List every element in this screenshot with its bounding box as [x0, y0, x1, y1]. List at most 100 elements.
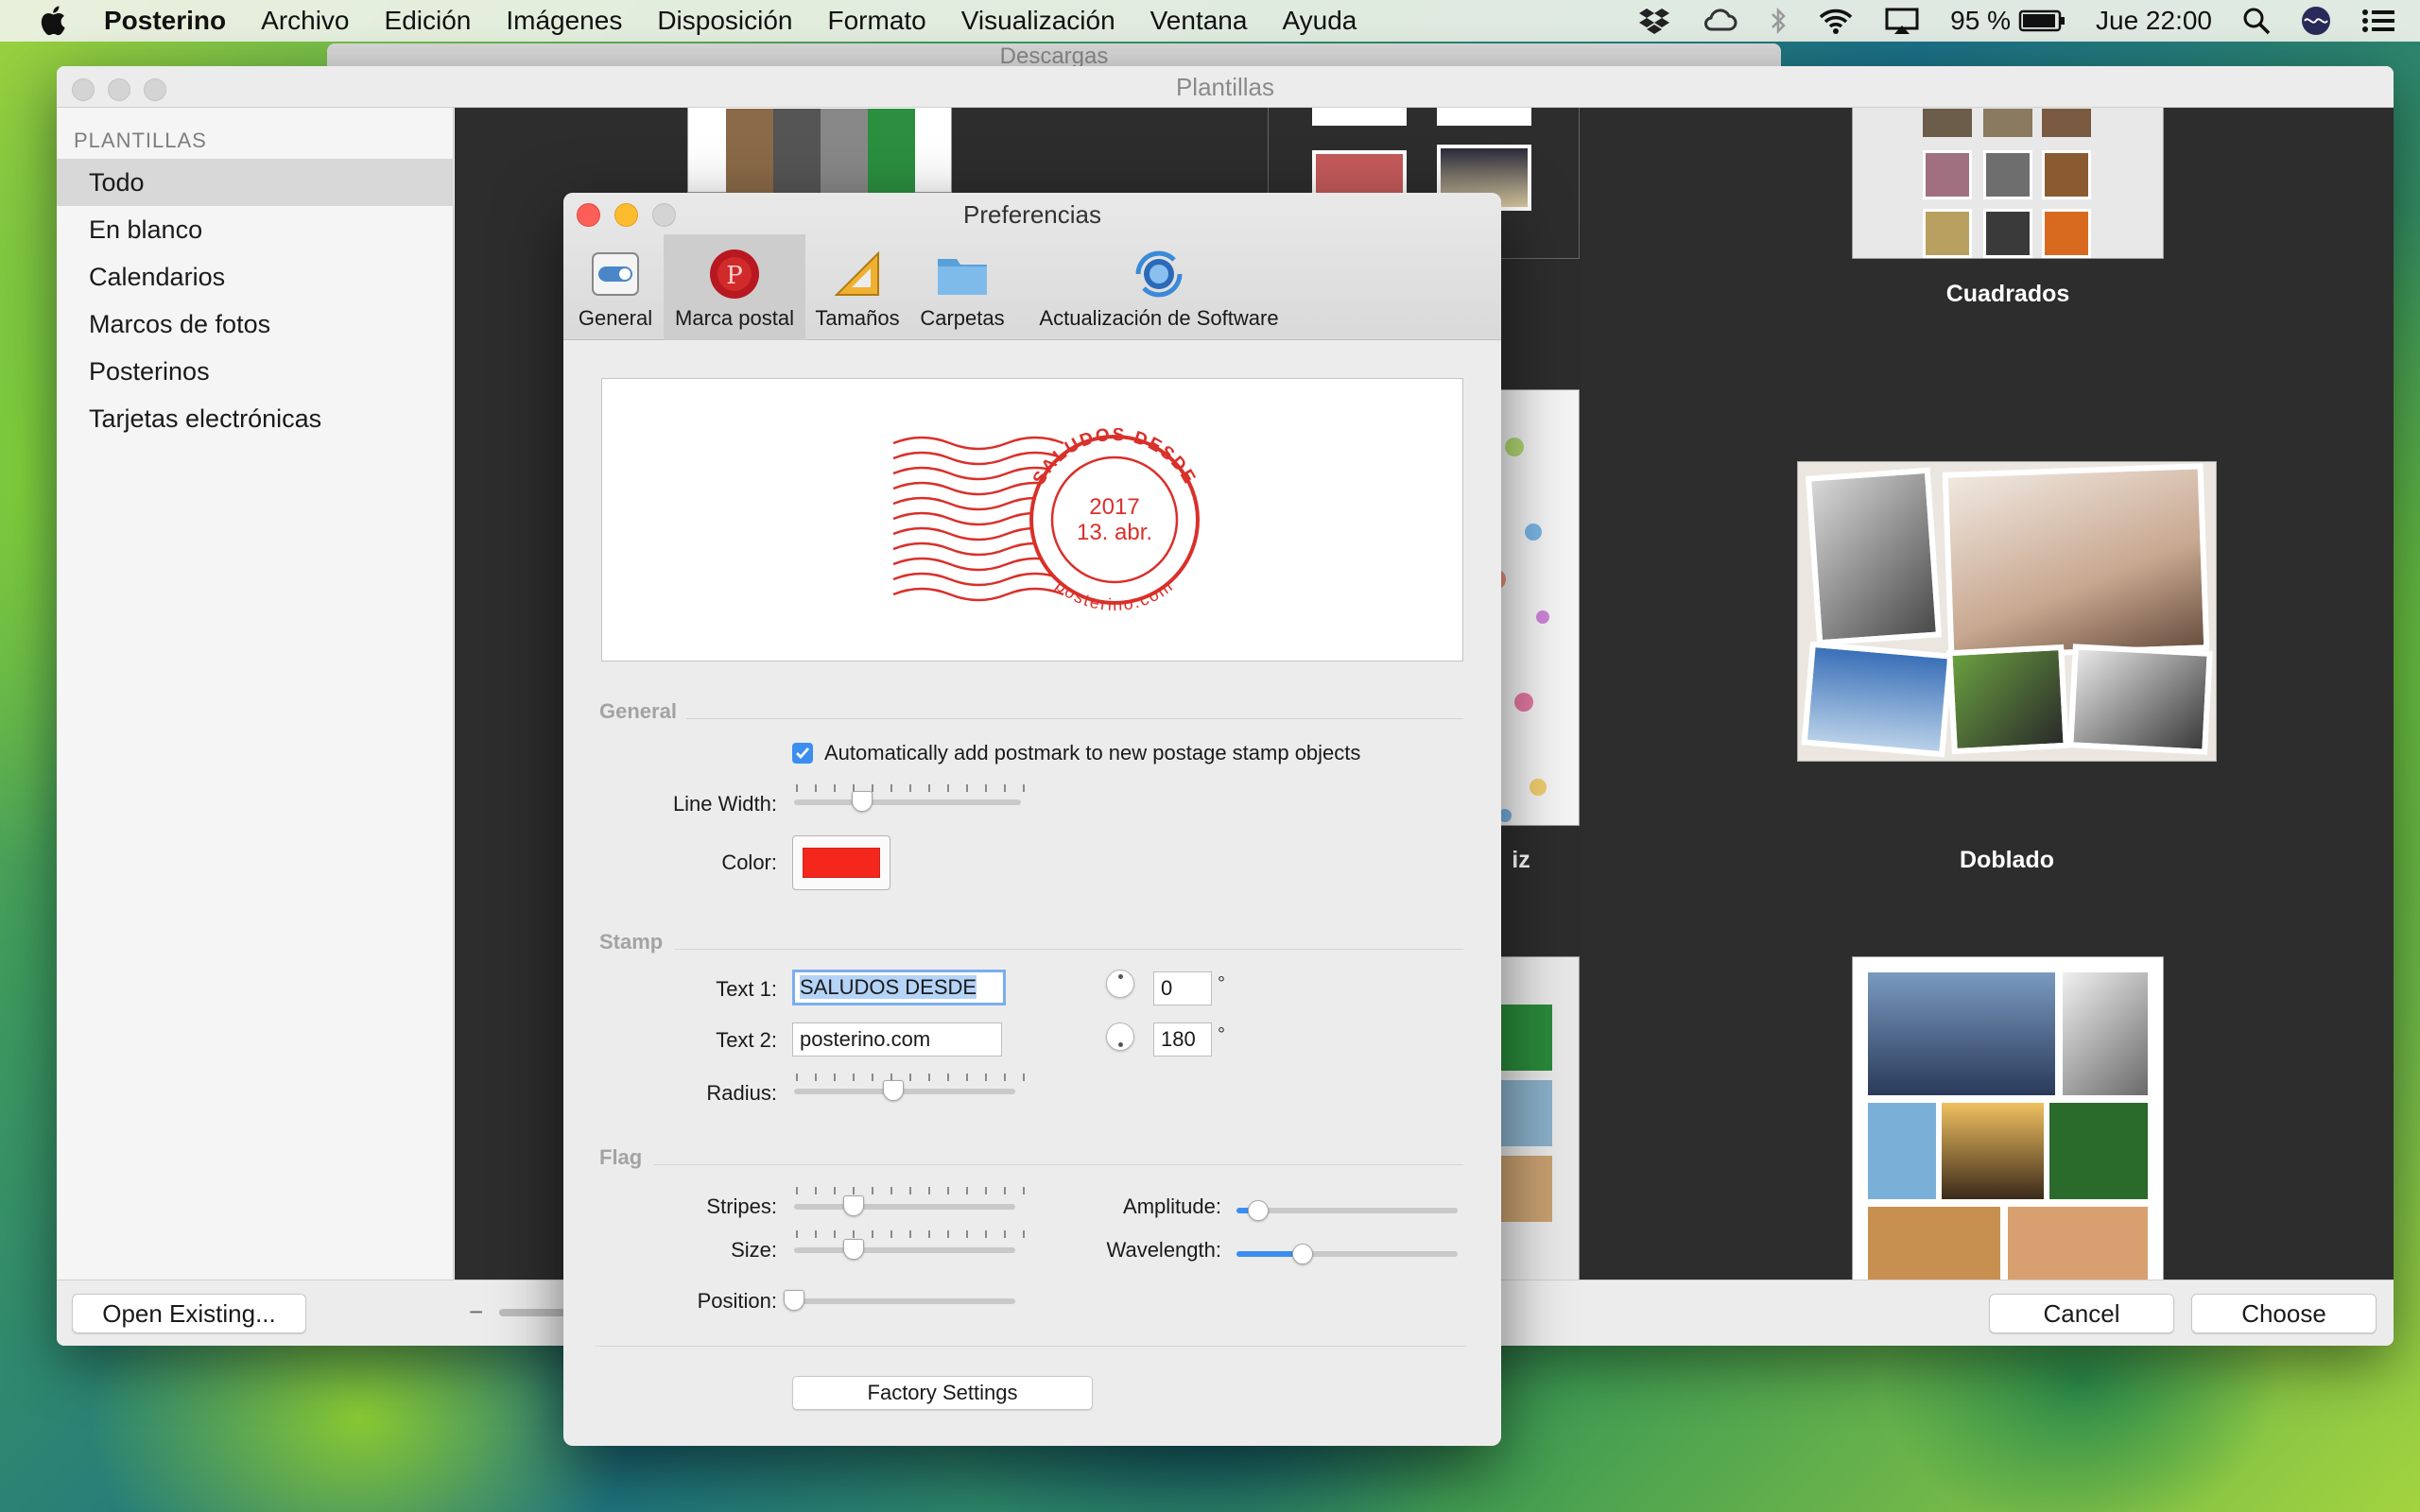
sidebar-heading: PLANTILLAS [74, 129, 207, 152]
template-cuadrados[interactable] [1852, 108, 2164, 259]
battery-icon[interactable] [2018, 9, 2066, 33]
size-slider-knob[interactable] [843, 1239, 865, 1260]
apple-menu-icon[interactable] [38, 4, 72, 38]
size-slider[interactable] [794, 1247, 1015, 1253]
text1-angle-dial[interactable] [1106, 970, 1134, 998]
menu-ayuda[interactable]: Ayuda [1282, 6, 1357, 36]
wavelength-slider[interactable] [1236, 1251, 1458, 1257]
amplitude-slider-knob[interactable] [1248, 1200, 1270, 1221]
text1-angle-input[interactable]: 0 [1153, 971, 1212, 1005]
choose-button[interactable]: Choose [2191, 1294, 2377, 1333]
menu-formato[interactable]: Formato [828, 6, 926, 36]
template-label-doblado: Doblado [1960, 847, 2054, 873]
postmark-graphic: SALUDOS DESDE posterino.com 2017 13. abr… [892, 425, 1200, 614]
radius-ticks [796, 1074, 1025, 1081]
sidebar-item-tarjetas-electronicas[interactable]: Tarjetas electrónicas [57, 395, 454, 442]
text1-degree-symbol: ° [1218, 973, 1225, 994]
auto-add-label[interactable]: Automatically add postmark to new postag… [824, 741, 1360, 765]
text2-dial-indicator [1118, 1042, 1123, 1047]
dropbox-icon[interactable] [1638, 7, 1670, 35]
general-section-heading: General [599, 699, 677, 723]
sidebar-item-posterinos[interactable]: Posterinos [57, 348, 454, 395]
tab-tamanos[interactable]: Tamaños [807, 234, 908, 340]
creative-cloud-icon[interactable] [1701, 7, 1738, 35]
open-existing-button[interactable]: Open Existing... [72, 1294, 306, 1333]
template-label-partial: iz [1512, 847, 1530, 873]
templates-sidebar: PLANTILLAS Todo En blanco Calendarios Ma… [57, 108, 454, 1280]
sidebar-item-en-blanco[interactable]: En blanco [57, 206, 454, 253]
amplitude-label: Amplitude: [1123, 1194, 1221, 1218]
template-thumbnail[interactable] [1852, 956, 2164, 1280]
wavelength-slider-knob[interactable] [1292, 1244, 1314, 1264]
zoom-button[interactable] [144, 78, 166, 101]
minimize-button[interactable] [108, 78, 130, 101]
sidebar-item-marcos-de-fotos[interactable]: Marcos de fotos [57, 301, 454, 348]
position-slider-knob[interactable] [784, 1290, 804, 1311]
template-thumbnail[interactable] [687, 108, 952, 194]
siri-icon[interactable] [2301, 6, 2331, 36]
amplitude-slider[interactable] [1236, 1208, 1458, 1213]
sidebar-item-calendarios[interactable]: Calendarios [57, 253, 454, 301]
text1-label: Text 1: [716, 977, 777, 1001]
text1-input[interactable]: SALUDOS DESDE [792, 970, 1006, 1005]
menu-disposicion[interactable]: Disposición [657, 6, 792, 36]
color-label: Color: [721, 850, 777, 874]
bluetooth-icon[interactable] [1769, 7, 1788, 35]
wifi-icon[interactable] [1818, 7, 1854, 35]
tab-actualizacion[interactable]: Actualización de Software [1017, 234, 1301, 340]
close-button[interactable] [72, 78, 95, 101]
menu-app-name[interactable]: Posterino [104, 6, 226, 36]
stripes-slider-knob[interactable] [843, 1195, 865, 1216]
radius-label: Radius: [706, 1081, 777, 1105]
notification-center-icon[interactable] [2361, 8, 2395, 34]
tab-general[interactable]: General [573, 234, 658, 340]
stripes-slider[interactable] [794, 1204, 1015, 1210]
sidebar-item-todo[interactable]: Todo [57, 159, 454, 206]
tab-carpetas[interactable]: Carpetas [911, 234, 1013, 340]
line-width-slider-knob[interactable] [852, 791, 873, 812]
position-slider[interactable] [794, 1298, 1015, 1304]
preferences-title[interactable]: Preferencias [563, 193, 1501, 236]
auto-add-checkbox[interactable] [792, 743, 813, 764]
flag-section-divider [654, 1164, 1463, 1165]
tab-marca-postal[interactable]: P Marca postal [664, 234, 805, 340]
menu-edicion[interactable]: Edición [385, 6, 472, 36]
postmark-preview: SALUDOS DESDE posterino.com 2017 13. abr… [601, 378, 1463, 662]
text2-input[interactable]: posterino.com [792, 1022, 1002, 1057]
menu-ventana[interactable]: Ventana [1150, 6, 1248, 36]
line-width-slider[interactable] [794, 799, 1021, 805]
preferences-window: Preferencias General P Marca postal Tama… [563, 193, 1501, 1446]
tab-marca-postal-label: Marca postal [675, 306, 794, 330]
battery-percent[interactable]: 95 % [1950, 6, 2011, 36]
tab-carpetas-label: Carpetas [920, 306, 1005, 330]
menu-visualizacion[interactable]: Visualización [961, 6, 1115, 36]
zoom-minus-icon[interactable]: − [469, 1297, 483, 1327]
preferences-close-button[interactable] [577, 203, 600, 227]
descargas-title: Descargas [999, 43, 1109, 69]
stripes-ticks [796, 1187, 1025, 1194]
color-swatch [803, 848, 880, 878]
ruler-triangle-icon [834, 250, 879, 296]
airplay-icon[interactable] [1884, 7, 1920, 35]
plantillas-titlebar[interactable]: Plantillas [57, 66, 2394, 108]
menu-imagenes[interactable]: Imágenes [506, 6, 622, 36]
wax-seal-icon: P [710, 249, 759, 299]
factory-settings-button[interactable]: Factory Settings [792, 1376, 1093, 1410]
wavelength-label: Wavelength: [1106, 1238, 1221, 1262]
stripes-label: Stripes: [706, 1194, 777, 1218]
radius-slider[interactable] [794, 1089, 1015, 1094]
tab-tamanos-label: Tamaños [815, 306, 900, 330]
spotlight-search-icon[interactable] [2242, 7, 2271, 35]
menu-archivo[interactable]: Archivo [261, 6, 349, 36]
preferences-minimize-button[interactable] [614, 203, 638, 227]
postmark-year: 2017 [1089, 494, 1139, 520]
text2-angle-dial[interactable] [1106, 1022, 1134, 1051]
template-doblado[interactable] [1797, 461, 2217, 762]
size-ticks [796, 1230, 1025, 1238]
menu-clock[interactable]: Jue 22:00 [2096, 6, 2212, 36]
cancel-button[interactable]: Cancel [1989, 1294, 2174, 1333]
radius-slider-knob[interactable] [883, 1080, 905, 1101]
preferences-zoom-button[interactable] [652, 203, 676, 227]
text2-angle-input[interactable]: 180 [1153, 1022, 1212, 1057]
color-well[interactable] [792, 835, 890, 890]
